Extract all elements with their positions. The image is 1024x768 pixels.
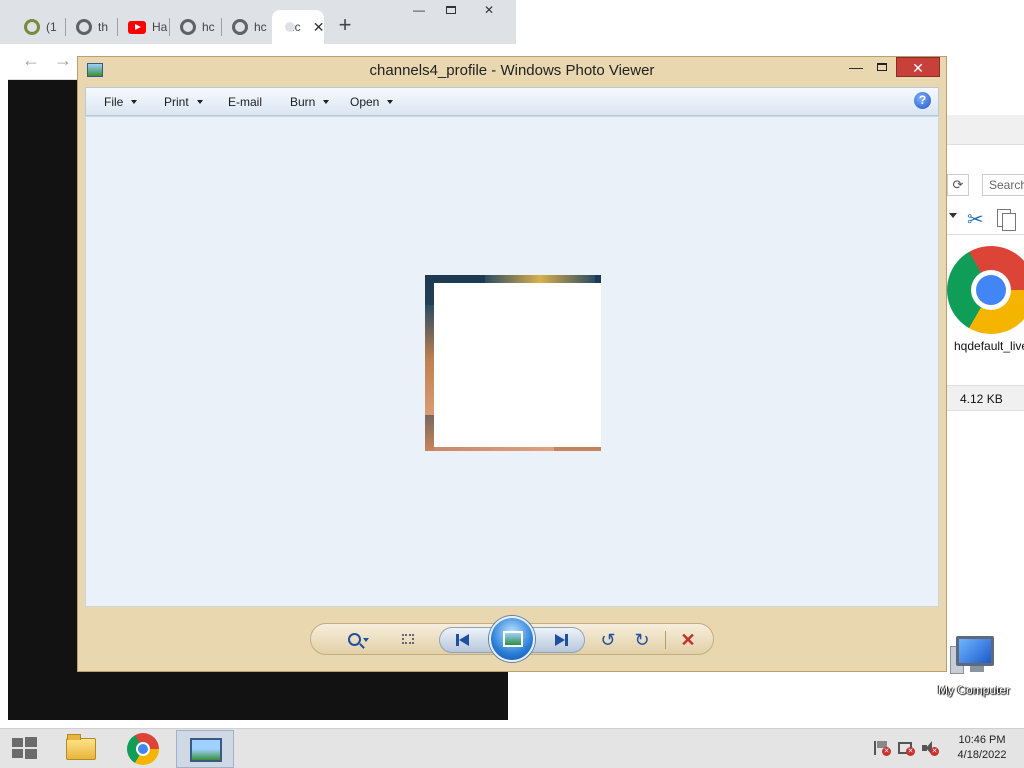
close-button[interactable]: ✕ [896,57,940,77]
title-bar[interactable]: channels4_profile - Windows Photo Viewer… [78,57,946,85]
tab-label: Ha [152,20,168,34]
browser-tab-5[interactable]: hc [222,10,272,44]
maximize-icon [877,63,887,71]
divider [665,631,666,649]
playback-controls-bar: ↺ ↻ ✕ [310,616,714,662]
rotate-clockwise-button[interactable]: ↻ [631,629,653,651]
browser-tab-4[interactable]: hc [170,10,222,44]
my-computer-label: My Computer [938,683,1011,697]
chevron-down-icon[interactable] [949,213,957,218]
menu-email[interactable]: E-mail [228,95,262,109]
browser-close-button[interactable]: ✕ [470,0,508,20]
chrome-icon [127,733,159,765]
slideshow-icon [503,631,523,647]
start-button[interactable] [0,729,48,768]
browser-maximize-button[interactable] [436,0,466,20]
browser-tab-2[interactable]: th [66,10,118,44]
displayed-photo [425,275,601,451]
file-size: 4.12 KB [960,392,1003,406]
maximize-button[interactable] [874,59,890,77]
globe-icon [180,19,196,35]
windows-logo-icon [12,738,23,747]
menu-open[interactable]: Open [350,95,394,109]
scissors-icon[interactable]: ✂ [967,207,984,232]
next-icon [555,634,565,646]
explorer-toolbar: ✂ [945,203,1024,235]
folder-icon [66,734,96,760]
my-computer-desktop-icon[interactable]: My Computer [936,634,1024,704]
youtube-icon [128,20,146,34]
tab-label: hc [254,20,267,34]
copy-icon[interactable] [997,209,1016,231]
browser-minimize-button[interactable]: — [404,0,434,20]
file-name[interactable]: hqdefault_live [954,339,1024,353]
menu-burn-label: Burn [290,95,316,109]
clock-date: 4/18/2022 [957,749,1007,761]
clock-time: 10:46 PM [958,734,1006,746]
chevron-down-icon [131,100,138,104]
window-title: channels4_profile - Windows Photo Viewer [369,62,655,79]
refresh-icon[interactable]: ⟳ [947,174,969,196]
browser-tab-6-active[interactable]: hc ✕ [272,10,324,44]
close-tab-icon[interactable]: ✕ [313,19,325,36]
browser-tab-1[interactable]: (1 [14,10,66,44]
browser-tab-strip: (1 th Ha hc hc hc ✕ + — ✕ [0,0,516,44]
tab-label: (1 [46,20,57,34]
next-button[interactable] [552,632,570,648]
actual-size-button[interactable] [397,629,419,651]
menu-burn[interactable]: Burn [290,95,330,109]
taskbar: ✕ ✕ ✕ 10:46 PM 4/18/2022 [0,728,1024,768]
fit-window-icon [402,634,414,644]
menu-file[interactable]: File [104,95,138,109]
blank-image-area [434,283,601,447]
system-clock[interactable]: 10:46 PM 4/18/2022 [950,733,1014,763]
slideshow-button[interactable] [489,616,535,662]
menu-print[interactable]: Print [164,95,203,109]
file-explorer-window: ⟳ Search ✂ hqdefault_live 4.12 KB [945,115,1024,415]
menu-email-label: E-mail [228,95,263,109]
menu-file-label: File [104,95,124,109]
details-row: 4.12 KB [945,385,1024,411]
zoom-dropdown-chevron-icon[interactable] [363,638,369,642]
chevron-down-icon [387,100,394,104]
back-arrow-icon[interactable]: ← [22,50,40,71]
browser-tab-3[interactable]: Ha [118,10,170,44]
zoom-icon [347,633,361,646]
taskbar-file-explorer[interactable] [52,730,110,768]
minimize-button[interactable]: — [848,59,864,77]
gauge-icon [24,19,40,35]
new-tab-button[interactable]: + [334,12,356,38]
menu-open-label: Open [350,95,380,109]
chevron-down-icon [323,100,330,104]
previous-button[interactable] [454,632,472,648]
tab-label: th [98,20,109,34]
file-thumbnail-chrome-icon[interactable] [947,246,1024,334]
chevron-down-icon [196,100,203,104]
rotate-counterclockwise-button[interactable]: ↺ [597,629,619,651]
tab-label: hc [202,20,215,34]
monitor-icon [956,636,994,666]
taskbar-photo-viewer[interactable] [176,730,234,768]
help-icon[interactable]: ? [914,92,931,109]
taskbar-chrome[interactable] [114,730,172,768]
globe-icon [232,19,248,35]
image-canvas [85,116,939,607]
globe-icon [76,19,92,35]
photo-viewer-window: channels4_profile - Windows Photo Viewer… [77,56,947,672]
forward-arrow-icon[interactable]: → [54,50,72,71]
explorer-ribbon [945,115,1024,145]
photo-viewer-icon [190,738,222,762]
search-input[interactable]: Search [982,174,1024,196]
previous-icon [459,634,469,646]
menu-print-label: Print [164,95,189,109]
delete-button[interactable]: ✕ [677,629,699,651]
command-bar: File Print E-mail Burn Open ? [85,87,939,116]
